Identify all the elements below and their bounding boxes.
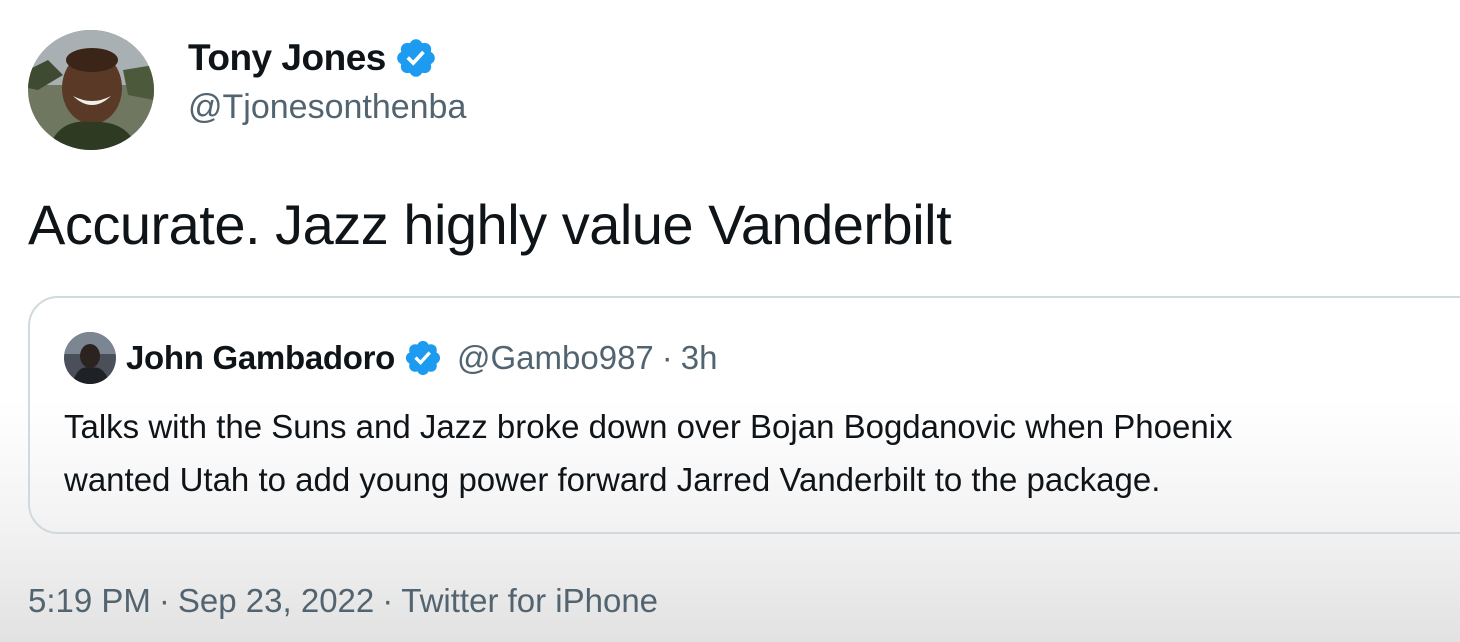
- author-info: Tony Jones @Tjonesonthenba: [188, 36, 466, 127]
- tweet-date[interactable]: Sep 23, 2022: [178, 582, 374, 619]
- meta-separator: ·: [158, 582, 170, 619]
- verified-badge-icon: [394, 36, 438, 80]
- quoted-text-line-2: wanted Utah to add young power forward J…: [64, 461, 1161, 498]
- tweet-card: Tony Jones @Tjonesonthenba Accurate. Jaz…: [0, 0, 1460, 642]
- quoted-author-avatar: [64, 332, 116, 384]
- quoted-timestamp: 3h: [680, 339, 718, 376]
- tweet-metadata: 5:19 PM · Sep 23, 2022 · Twitter for iPhone: [28, 582, 658, 620]
- quoted-tweet-header: John Gambadoro @Gambo987 · 3h: [64, 332, 718, 384]
- quoted-separator: ·: [661, 339, 673, 376]
- quoted-text-line-1: Talks with the Suns and Jazz broke down …: [64, 408, 1233, 445]
- author-name-row: Tony Jones: [188, 36, 466, 80]
- quoted-author-name: John Gambadoro: [126, 339, 395, 376]
- author-display-name[interactable]: Tony Jones: [188, 37, 386, 79]
- quoted-verified-badge-icon: [403, 338, 443, 378]
- author-handle[interactable]: @Tjonesonthenba: [188, 88, 466, 127]
- quoted-author-handle: @Gambo987: [457, 339, 654, 376]
- author-avatar[interactable]: [28, 30, 154, 150]
- tweet-text: Accurate. Jazz highly value Vanderbilt: [28, 193, 952, 256]
- quoted-tweet-text: Talks with the Suns and Jazz broke down …: [64, 400, 1460, 506]
- meta-separator: ·: [382, 582, 394, 619]
- tweet-source[interactable]: Twitter for iPhone: [401, 582, 658, 619]
- tweet-time[interactable]: 5:19 PM: [28, 582, 151, 619]
- quoted-tweet[interactable]: John Gambadoro @Gambo987 · 3h Talks with…: [28, 296, 1460, 534]
- tweet-author: Tony Jones @Tjonesonthenba: [28, 30, 466, 150]
